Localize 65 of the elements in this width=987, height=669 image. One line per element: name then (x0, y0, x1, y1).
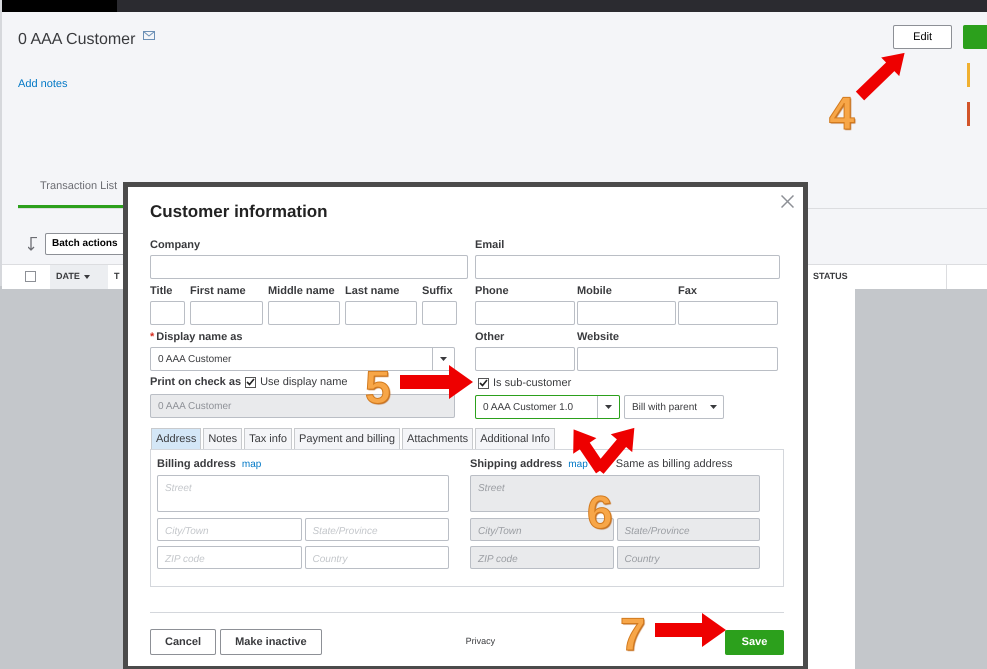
dropdown-field[interactable]: Bill with parent (624, 395, 724, 419)
add-notes-link[interactable]: Add notes (18, 76, 68, 92)
dropdown-field[interactable]: 0 AAA Customer 1.0 (475, 395, 620, 419)
column-header[interactable]: STATUS (813, 270, 848, 284)
edit-button[interactable]: Edit (893, 25, 952, 49)
tab[interactable]: Additional Info (475, 428, 555, 449)
caret-icon (605, 405, 612, 409)
sort-caret-icon (84, 274, 90, 278)
dialog-title: Customer information (150, 201, 329, 223)
section-heading: Billing address (157, 457, 236, 471)
annotation-arrow (856, 52, 905, 100)
dropdown-field[interactable]: 0 AAA Customer (150, 347, 455, 371)
field-label: Suffix (422, 284, 454, 298)
field-label: First name (190, 284, 247, 298)
checkbox-label: Use display name (260, 374, 348, 390)
field-label: Middle name (268, 284, 336, 298)
checkbox-label: Same as billing address (616, 456, 733, 472)
input-field[interactable] (577, 301, 676, 325)
caret-icon (440, 357, 447, 361)
tab[interactable]: Address (151, 428, 202, 449)
input-field[interactable] (475, 347, 575, 371)
tab[interactable]: Attachments (402, 428, 474, 449)
field-label: Company (150, 238, 202, 252)
close-icon[interactable] (781, 195, 794, 208)
required-mark: * (150, 330, 154, 344)
mail-icon (143, 31, 156, 40)
sort-icon (28, 236, 38, 250)
checkbox-label: Is sub-customer (493, 376, 572, 391)
input-field[interactable] (268, 301, 340, 325)
field-label: Last name (345, 284, 400, 298)
input-field[interactable] (475, 301, 575, 325)
field-label: Print on check as (150, 375, 242, 389)
customer-name: 0 AAA Customer (18, 30, 136, 50)
step-number: 4 (829, 90, 855, 136)
column-header[interactable]: T (114, 270, 120, 284)
field-label: Fax (678, 284, 698, 298)
input-field[interactable] (150, 255, 468, 279)
input-field[interactable] (422, 301, 457, 325)
input-field[interactable] (678, 301, 778, 325)
input-field[interactable] (190, 301, 263, 325)
batch-actions-button[interactable]: Batch actions (45, 232, 125, 254)
input-field[interactable] (345, 301, 417, 325)
input-field[interactable] (577, 347, 778, 371)
cancel-button[interactable]: Cancel (150, 629, 216, 655)
tab[interactable]: Notes (203, 428, 242, 449)
checkbox[interactable] (25, 271, 36, 282)
map-link[interactable]: map (242, 456, 262, 472)
input-field[interactable] (475, 255, 780, 279)
field-label: Email (475, 238, 506, 252)
field-label: Website (577, 330, 620, 344)
tab[interactable]: Tax info (244, 428, 292, 449)
privacy-link[interactable]: Privacy (466, 635, 496, 649)
annotation-arrow (655, 613, 726, 647)
input-field[interactable] (150, 301, 185, 325)
field-label: Other (475, 330, 506, 344)
field-label: Title (150, 284, 174, 298)
field-label: Phone (475, 284, 510, 298)
step-number: 7 (620, 611, 646, 657)
tab[interactable]: Payment and billing (294, 428, 400, 449)
field-label: Display name as (156, 330, 242, 344)
action-button[interactable] (963, 25, 987, 49)
caret-icon (710, 405, 718, 409)
checkbox[interactable] (478, 378, 489, 388)
field-label: Mobile (577, 284, 613, 298)
section-heading: Shipping address (470, 457, 562, 471)
